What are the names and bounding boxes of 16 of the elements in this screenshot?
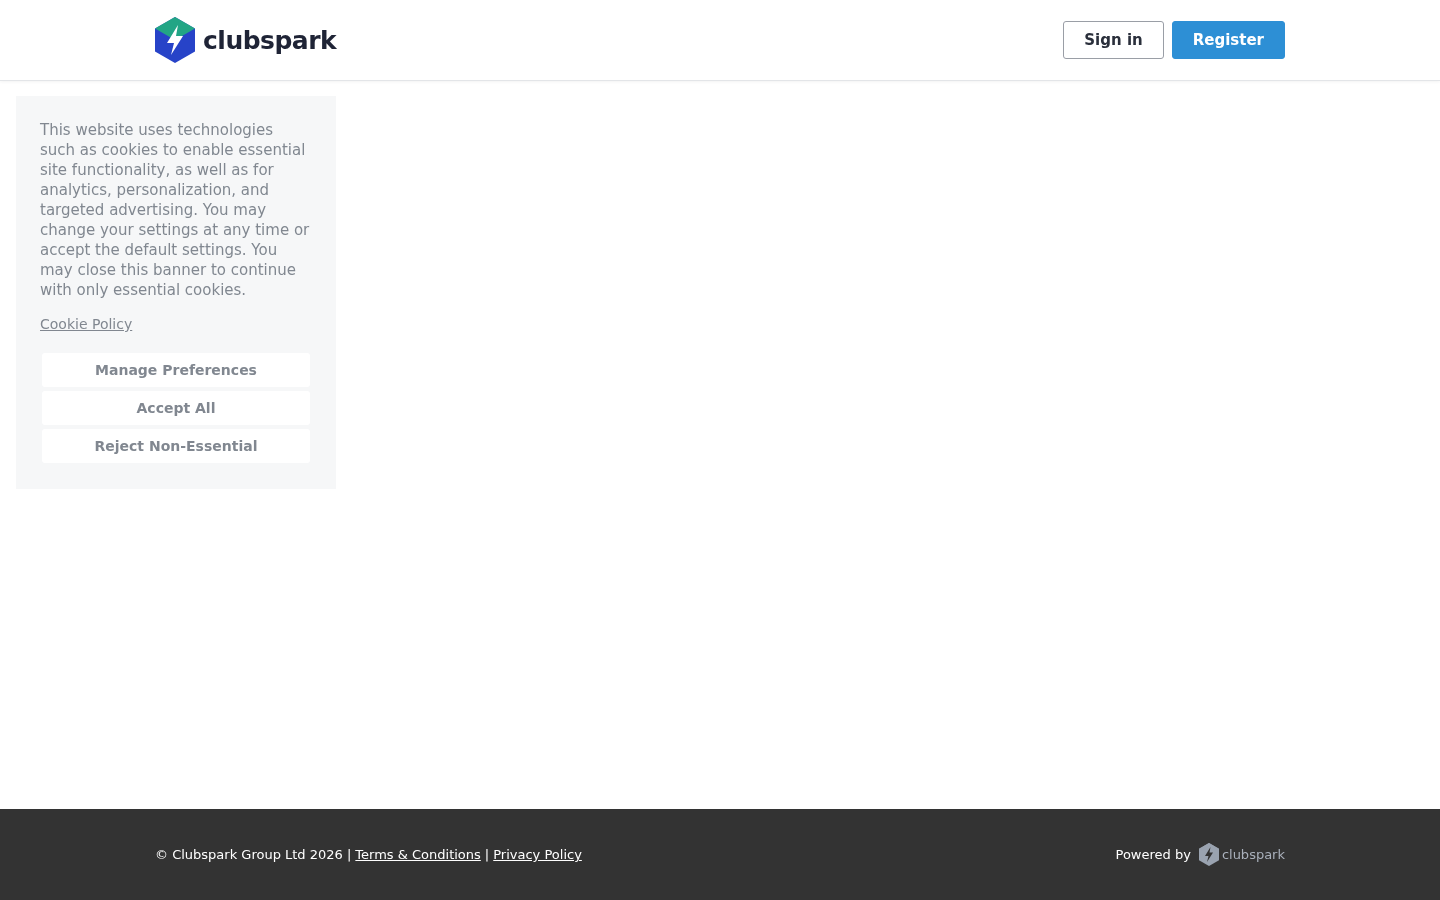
footer-link[interactable]: Terms & Conditions <box>355 847 481 862</box>
logo-text: clubspark <box>203 25 337 55</box>
cookie-policy-link[interactable]: Cookie Policy <box>40 316 133 332</box>
cookie-button[interactable]: Accept All <box>42 391 310 425</box>
separator-text: | <box>484 847 490 862</box>
copyright-text: © Clubspark Group Ltd 2026 | <box>155 847 352 862</box>
logo-text: clubspark <box>1221 847 1285 862</box>
cookie-message: This website uses technologies such as cookies to enable essential site functionality, as well as for analytics, personalization, and targeted advertising. You may change your settings at any time or accept the default settings. You may close this banner to continue with only essential cookies. <box>40 120 310 300</box>
lightning-bolt-icon <box>1198 843 1219 866</box>
sign-in-button[interactable]: Sign in <box>1063 21 1164 59</box>
powered-by-text: Powered by <box>1115 847 1191 862</box>
cookie-button[interactable]: Manage Preferences <box>42 353 310 387</box>
register-button[interactable]: Register <box>1171 21 1285 59</box>
lightning-bolt-icon <box>155 17 195 63</box>
footer-link[interactable]: Privacy Policy <box>493 847 582 862</box>
cookie-button[interactable]: Reject Non-Essential <box>42 429 310 463</box>
